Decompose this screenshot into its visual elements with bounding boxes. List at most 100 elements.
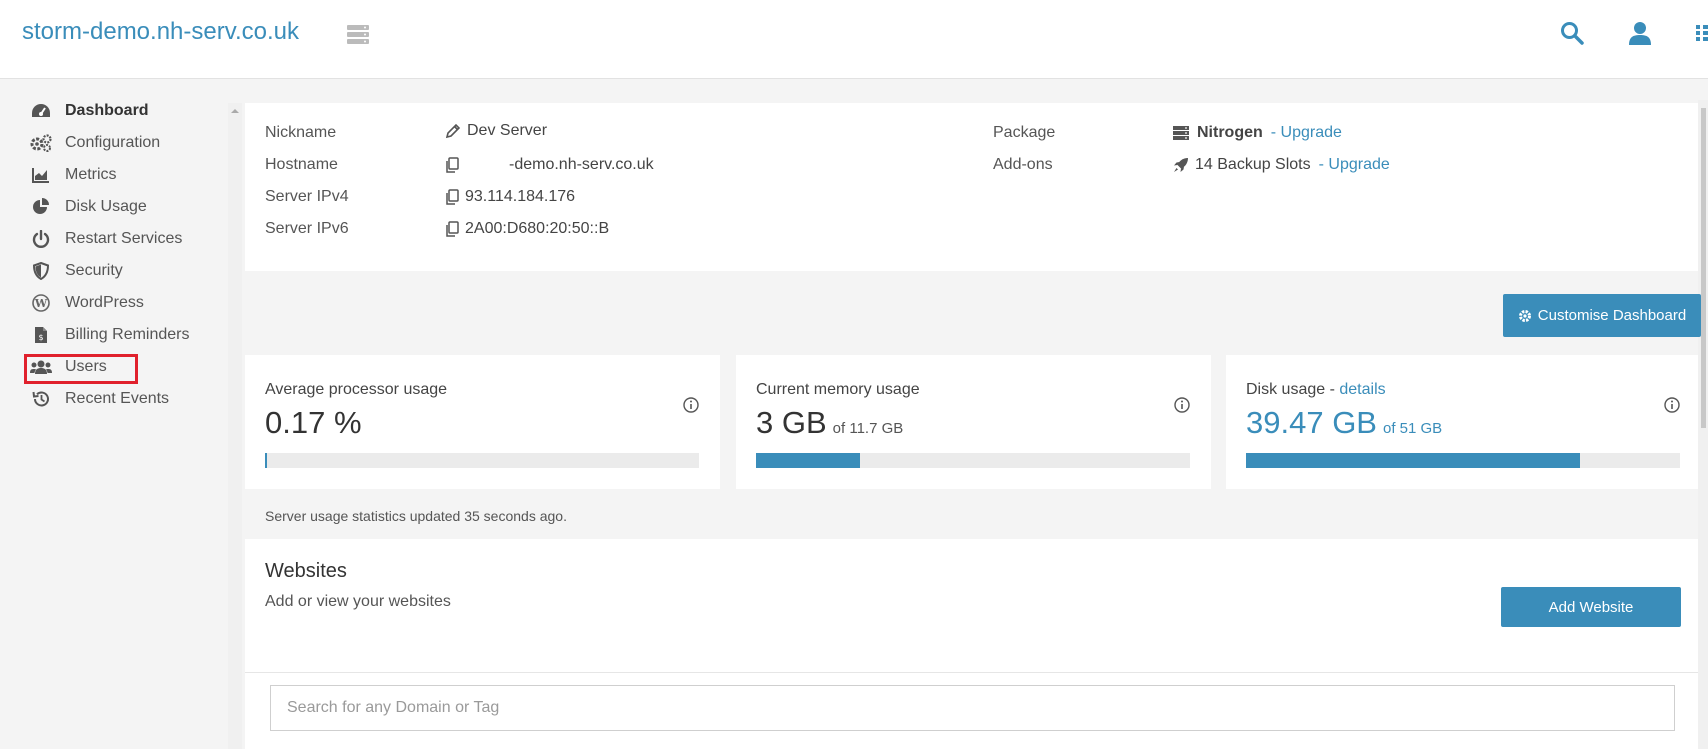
ipv6-label: Server IPv6	[265, 220, 349, 237]
addons-value: 14 Backup Slots - Upgrade	[1173, 156, 1390, 174]
customise-dashboard-button[interactable]: Customise Dashboard	[1503, 294, 1701, 337]
info-icon[interactable]	[682, 396, 700, 414]
server-icon	[1173, 126, 1189, 140]
websites-section: Websites Add or view your websites Add W…	[245, 539, 1698, 749]
info-icon[interactable]	[1663, 396, 1681, 414]
sidebar-item-security[interactable]: Security	[30, 257, 123, 285]
sidebar-item-label: Dashboard	[65, 102, 149, 119]
main-scrollbar-thumb[interactable]	[1701, 108, 1706, 428]
svg-text:W: W	[34, 297, 48, 310]
ipv4-label: Server IPv4	[265, 188, 349, 205]
disk-usage-total: of 51 GB	[1382, 420, 1443, 437]
sidebar-item-label: Recent Events	[65, 390, 170, 407]
copy-icon[interactable]	[445, 157, 459, 173]
sidebar-item-label: Billing Reminders	[65, 326, 190, 343]
processor-usage-value: 0.17 %	[265, 405, 362, 440]
section-divider	[245, 672, 1698, 673]
svg-text:$: $	[38, 333, 43, 342]
rocket-icon	[1174, 158, 1188, 172]
search-icon[interactable]	[1559, 20, 1585, 46]
disk-usage-title: Disk usage - details	[1246, 381, 1386, 399]
processor-usage-title: Average processor usage	[265, 381, 448, 398]
sidebar-item-billing-reminders[interactable]: $ Billing Reminders	[30, 321, 190, 349]
package-upgrade-link[interactable]: - Upgrade	[1271, 124, 1342, 142]
ipv4-value: 93.114.184.176	[445, 188, 575, 206]
shield-icon	[30, 262, 52, 280]
ipv6-text: 2A00:D680:20:50::B	[465, 220, 610, 237]
websites-title: Websites	[265, 560, 347, 582]
hostname-label: Hostname	[265, 156, 338, 173]
sidebar-item-dashboard[interactable]: Dashboard	[30, 97, 149, 125]
sidebar-item-metrics[interactable]: Metrics	[30, 161, 117, 189]
sidebar-item-restart-services[interactable]: Restart Services	[30, 225, 182, 253]
nickname-text: Dev Server	[467, 122, 548, 139]
disk-usage-value: 39.47 GB of 51 GB	[1246, 405, 1442, 441]
user-account-icon[interactable]	[1627, 20, 1653, 46]
nickname-value[interactable]: Dev Server	[445, 122, 547, 140]
sidebar-item-label: Configuration	[65, 134, 161, 151]
memory-usage-bar	[756, 453, 1190, 468]
ipv6-value: 2A00:D680:20:50::B	[445, 220, 609, 238]
sidebar-item-wordpress[interactable]: W WordPress	[30, 289, 144, 317]
scroll-up-arrow-icon[interactable]	[228, 106, 242, 116]
disk-usage-bar	[1246, 453, 1680, 468]
users-highlight-box	[24, 354, 138, 384]
gear-icon	[1518, 309, 1531, 322]
package-value: Nitrogen - Upgrade	[1173, 124, 1342, 142]
memory-usage-card: Current memory usage 3 GB of 11.7 GB	[736, 355, 1211, 489]
server-info-panel: Nickname Dev Server Hostname -demo.nh-se…	[245, 103, 1698, 271]
addons-text: 14 Backup Slots	[1195, 156, 1311, 173]
customise-dashboard-label: Customise Dashboard	[1537, 307, 1687, 324]
processor-usage-bar	[265, 453, 699, 468]
disk-usage-amount: 39.47 GB	[1246, 405, 1377, 440]
processor-usage-bar-fill	[265, 453, 267, 468]
server-hostname-title[interactable]: storm-demo.nh-serv.co.uk	[22, 18, 299, 46]
disk-usage-bar-fill	[1246, 453, 1581, 468]
sidebar-item-recent-events[interactable]: Recent Events	[30, 385, 169, 413]
disk-usage-details-link[interactable]: details	[1339, 381, 1385, 398]
info-icon[interactable]	[1173, 396, 1191, 414]
processor-usage-card: Average processor usage 0.17 %	[245, 355, 720, 489]
apps-grid-icon[interactable]	[1694, 20, 1708, 46]
addons-label: Add-ons	[993, 156, 1053, 173]
package-label: Package	[993, 124, 1056, 141]
hostname-text: -demo.nh-serv.co.uk	[509, 156, 654, 173]
history-icon	[30, 390, 52, 408]
memory-usage-amount: 3 GB	[756, 405, 827, 440]
sidebar-item-label: WordPress	[65, 294, 144, 311]
sidebar-scrollbar[interactable]	[228, 103, 242, 749]
disk-usage-title-text: Disk usage -	[1246, 381, 1340, 398]
wordpress-icon: W	[30, 294, 52, 312]
sidebar-item-disk-usage[interactable]: Disk Usage	[30, 193, 147, 221]
addons-upgrade-link[interactable]: - Upgrade	[1319, 156, 1390, 174]
sidebar-item-label: Metrics	[65, 166, 117, 183]
sidebar-item-configuration[interactable]: Configuration	[30, 129, 160, 157]
server-list-icon[interactable]	[347, 24, 369, 44]
pie-chart-icon	[30, 198, 52, 216]
hostname-value: -demo.nh-serv.co.uk	[445, 156, 654, 174]
gauge-icon	[30, 102, 52, 120]
domain-search-input[interactable]	[270, 685, 1675, 731]
invoice-icon: $	[30, 326, 52, 344]
top-bar: storm-demo.nh-serv.co.uk	[0, 0, 1708, 79]
websites-subtitle: Add or view your websites	[265, 593, 451, 610]
nickname-label: Nickname	[265, 124, 337, 141]
disk-usage-card: Disk usage - details 39.47 GB of 51 GB	[1226, 355, 1698, 489]
gears-icon	[30, 134, 52, 152]
memory-usage-title: Current memory usage	[756, 381, 920, 398]
ipv4-text: 93.114.184.176	[465, 188, 576, 205]
sidebar-item-label: Disk Usage	[65, 198, 147, 215]
copy-icon[interactable]	[445, 221, 459, 237]
area-chart-icon	[30, 166, 52, 184]
copy-icon[interactable]	[445, 189, 459, 205]
power-icon	[30, 230, 52, 248]
memory-usage-bar-fill	[756, 453, 861, 468]
sidebar-item-label: Restart Services	[65, 230, 183, 247]
sidebar-item-label: Security	[65, 262, 123, 279]
memory-usage-value: 3 GB of 11.7 GB	[756, 405, 903, 441]
stats-updated-note: Server usage statistics updated 35 secon…	[265, 508, 567, 524]
package-name: Nitrogen	[1197, 124, 1263, 141]
pencil-icon[interactable]	[445, 123, 461, 139]
memory-usage-total: of 11.7 GB	[832, 420, 904, 437]
add-website-button[interactable]: Add Website	[1501, 587, 1681, 627]
